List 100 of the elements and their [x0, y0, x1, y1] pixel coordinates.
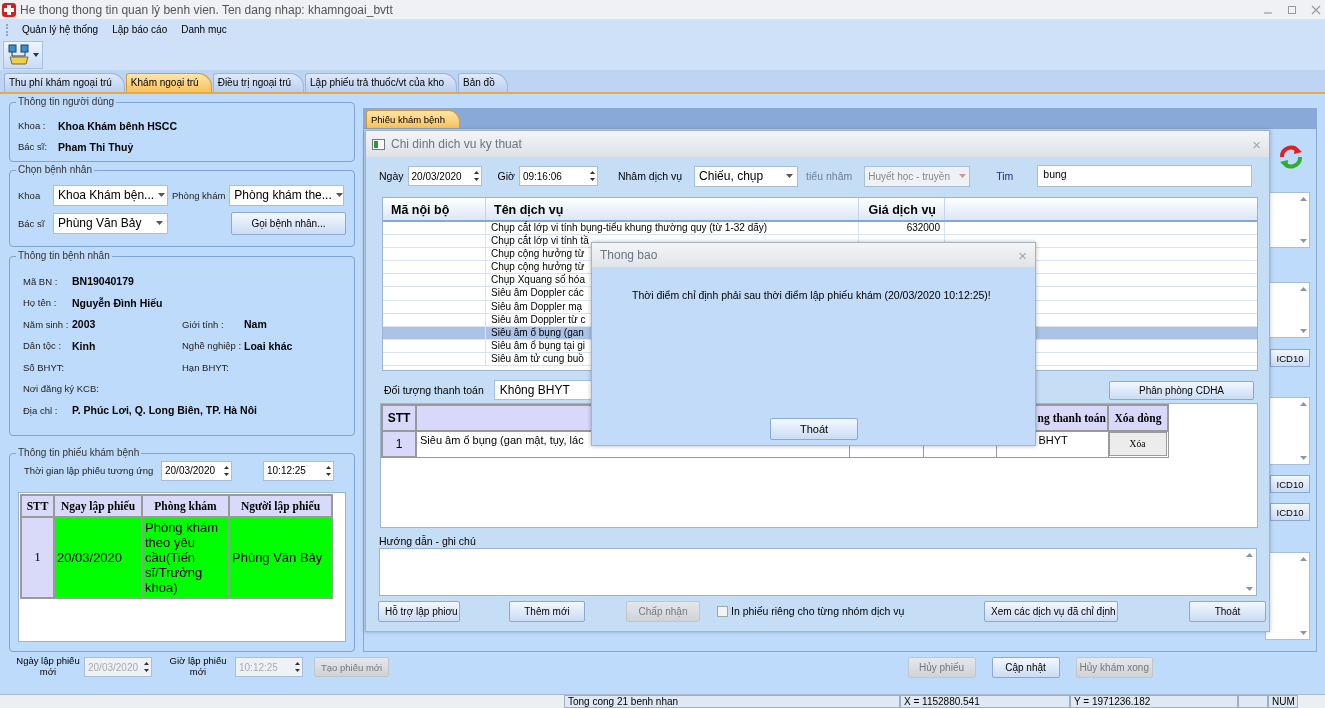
status-text: Y = 1971236.182 [1070, 695, 1238, 708]
field-value: Nam [244, 318, 267, 331]
field-label: Nghề nghiệp : [182, 340, 243, 352]
service-group-dropdown[interactable]: Chiếu, chụp [694, 165, 799, 187]
group-title: Thông tin phiếu khám bệnh [16, 446, 142, 458]
field-value: 2003 [72, 318, 97, 331]
room-dropdown[interactable]: Phòng khám the... [229, 184, 345, 206]
field-label: Khoa : [18, 120, 47, 131]
table-cell[interactable]: Phòng khám theo yêu cầu(Tiến sĩ/Trưởng khoa) [142, 516, 229, 598]
tab[interactable]: Bản đồ [458, 73, 508, 92]
tab[interactable]: Phiếu khám bệnh [366, 110, 460, 128]
column-header: Xóa dòng [1108, 405, 1168, 431]
field-label: tiểu nhâm [806, 170, 853, 182]
tab[interactable]: Điều trị ngoại trú [212, 73, 305, 92]
icd10-button[interactable]: ICD10 [1270, 349, 1310, 367]
column-header: STT [21, 494, 54, 517]
assign-room-button[interactable]: Phân phòng CDHA [1109, 380, 1254, 400]
table-cell[interactable]: 20/03/2020 [54, 516, 142, 598]
caret-icon [158, 193, 166, 197]
date-spinner[interactable]: 20/03/2020 [161, 460, 232, 481]
spinner-icon [142, 660, 151, 674]
exit-button[interactable]: Thoát [1189, 600, 1266, 622]
menu-item[interactable]: Lập báo cáo [112, 24, 168, 35]
maximize-icon[interactable] [1287, 4, 1297, 15]
column-header: Tên dịch vụ [486, 198, 859, 220]
spinner-icon [293, 660, 302, 674]
exit-button[interactable]: Thoát [770, 418, 858, 440]
cross-icon [2, 2, 16, 17]
field-label: Giờ [497, 170, 515, 182]
field-label: Tim [996, 170, 1014, 182]
table-cell[interactable]: Phùng Văn Bảy [229, 516, 332, 598]
caret-icon [33, 53, 39, 57]
search-field[interactable]: bung [1037, 165, 1253, 187]
menu-item[interactable]: Danh mục [181, 24, 227, 35]
computers-icon [6, 43, 32, 67]
delete-button[interactable]: Xóa [1108, 432, 1167, 456]
view-services-button[interactable]: Xem các dịch vụ đã chỉ định [984, 600, 1118, 622]
caret-icon [156, 221, 163, 225]
column-header: Ngay lập phiếu [54, 494, 142, 517]
group-title: Thông tin người dùng [16, 96, 117, 107]
field-label: Đối tượng thanh toán [384, 384, 484, 396]
field-label: Họ tên : [23, 297, 58, 309]
dialog-button[interactable]: Thêm mới [509, 600, 585, 622]
dialog-title: Thong bao [600, 248, 658, 262]
field-label: Bác sĩ: [18, 141, 49, 152]
field-value: Pham Thi Thuỷ [58, 140, 134, 153]
spinner-icon [222, 463, 231, 478]
field-label: Giờ lập phiếu mới [168, 656, 228, 678]
status-text: Tong cong 21 benh nhan [564, 695, 900, 708]
toolbar-button[interactable] [3, 41, 43, 69]
notes-field[interactable] [379, 548, 1257, 596]
field-label: Ngày lập phiếu mới [15, 656, 81, 678]
caret-icon [959, 174, 967, 178]
spinner-icon [471, 169, 481, 183]
column-header: Phòng khám [142, 494, 229, 517]
field-label: Ngày [379, 170, 404, 182]
icd10-button[interactable]: ICD10 [1270, 503, 1310, 521]
checkbox[interactable] [717, 605, 728, 617]
checkbox-label: In phiếu riêng cho từng nhóm dịch vụ [731, 605, 905, 617]
table-cell[interactable]: 1 [21, 516, 54, 598]
field-label: Phòng khám [172, 189, 226, 201]
field-value: Nguyễn Đình Hiếu [72, 296, 163, 309]
column-header: Giá dịch vụ [859, 198, 945, 220]
spinner-icon [587, 169, 597, 183]
field-label: Năm sinh : [23, 318, 70, 330]
field-label: Mã BN : [23, 275, 59, 287]
doctor-dropdown[interactable]: Phùng Văn Bảy [53, 212, 168, 234]
tab[interactable]: Khám ngoại trú [125, 73, 212, 92]
spinner-icon [324, 463, 333, 478]
field-label: Địa chỉ : [23, 404, 59, 416]
field-label: Nhâm dịch vụ [617, 170, 683, 182]
field-label: Thời gian lập phiếu tương ứng [24, 465, 155, 477]
close-icon[interactable] [1311, 4, 1321, 15]
time-spinner[interactable]: 09:16:06 [518, 166, 598, 186]
tab[interactable]: Thu phí khám ngoại trú [4, 73, 125, 92]
time-spinner[interactable]: 10:12:25 [263, 460, 334, 481]
refresh-icon[interactable] [1278, 144, 1304, 170]
field-value: Kinh [72, 339, 97, 352]
field-label: Khoa [18, 189, 42, 201]
scrollbar [1299, 196, 1308, 244]
field-label: Bác sĩ [18, 217, 46, 229]
dialog-button[interactable]: Hỗ trợ lập phiơu [378, 600, 460, 622]
field-label: Nơi đăng ký KCB: [23, 383, 99, 395]
action-button[interactable]: Cập nhật [991, 656, 1060, 678]
scrollbar [1299, 286, 1308, 334]
field-value: BN19040179 [72, 275, 134, 288]
call-patient-button[interactable]: Gọi bệnh nhân... [231, 211, 346, 235]
group-title: Thông tin bệnh nhân [16, 249, 112, 261]
date-spinner[interactable]: 20/03/2020 [407, 166, 482, 186]
scrollbar [1299, 401, 1308, 461]
menu-item[interactable]: Quản lý hệ thống [22, 24, 99, 35]
table-cell: 1 [382, 431, 416, 457]
field-label: Hướng dẫn - ghi chú [379, 535, 477, 548]
department-dropdown[interactable]: Khoa Khám bện... [53, 184, 168, 206]
tab[interactable]: Lập phiếu trả thuốc/vt của kho [305, 73, 458, 92]
field-value: Khoa Khám bênh HSCC [58, 119, 177, 132]
icd10-button[interactable]: ICD10 [1270, 475, 1310, 493]
scrollbar [1245, 552, 1254, 592]
caret-icon [786, 174, 794, 178]
status-text: NUM [1268, 695, 1298, 708]
